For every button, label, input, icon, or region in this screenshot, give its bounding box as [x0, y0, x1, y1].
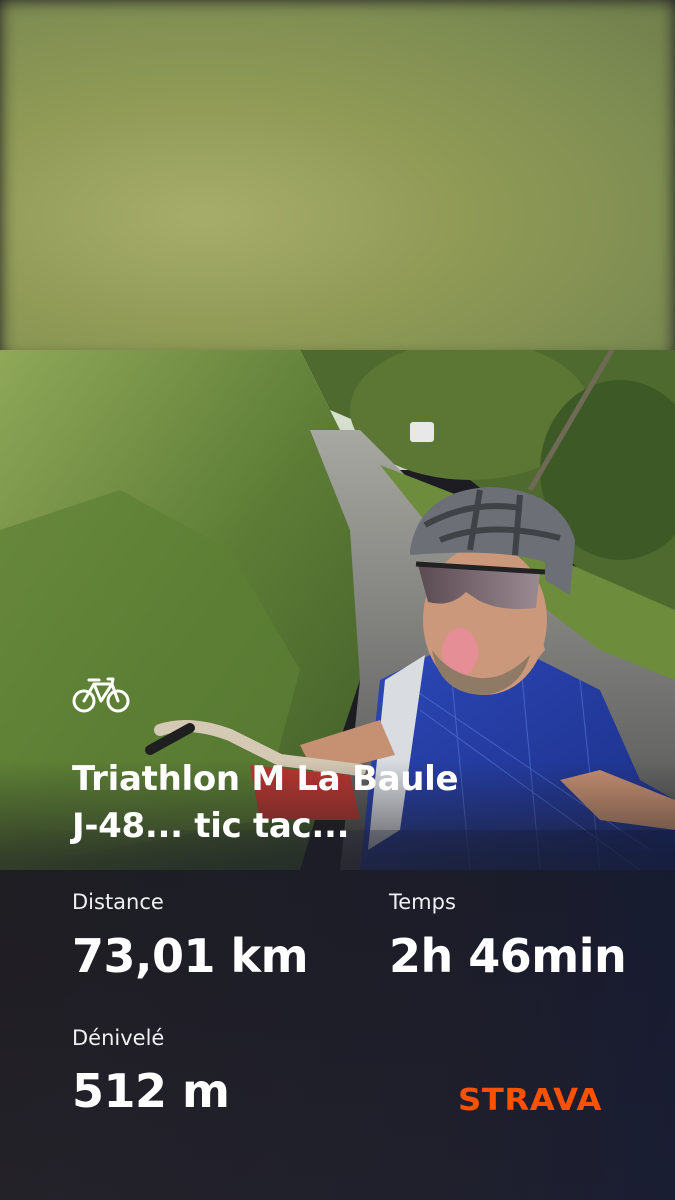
bike-icon [72, 677, 130, 713]
strava-share-story: Triathlon M La Baule J-48... tic tac... … [0, 0, 675, 1200]
strava-wordmark: STRAVA [458, 1083, 602, 1116]
strava-logo: STRAVA [458, 1083, 602, 1116]
distance-label: Distance [72, 890, 164, 914]
time-value: 2h 46min [389, 929, 627, 983]
elevation-value: 512 m [72, 1064, 230, 1118]
distance-value: 73,01 km [72, 929, 309, 983]
activity-title-line1: Triathlon M La Baule [72, 759, 459, 799]
time-label: Temps [389, 890, 456, 914]
elevation-label: Dénivelé [72, 1026, 165, 1050]
activity-title: Triathlon M La Baule J-48... tic tac... [72, 756, 632, 850]
activity-title-line2: J-48... tic tac... [72, 806, 350, 846]
activity-overlay: Triathlon M La Baule J-48... tic tac... … [0, 0, 675, 1200]
